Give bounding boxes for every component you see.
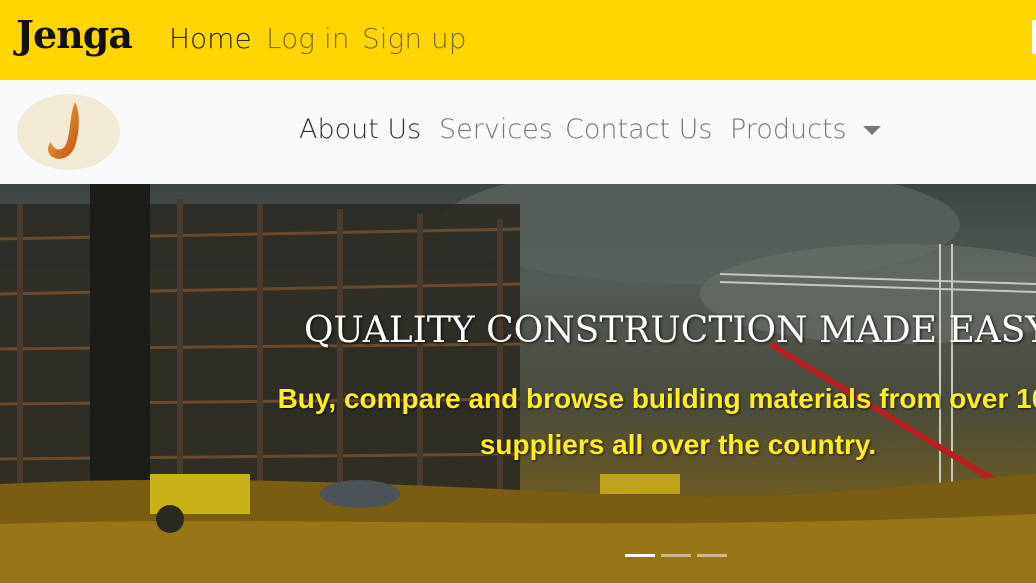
home-link[interactable]: Home bbox=[169, 22, 252, 55]
login-link[interactable]: Log in bbox=[266, 22, 349, 55]
nav-services[interactable]: Services bbox=[439, 114, 553, 145]
top-navbar: Jenga Home Log in Sign up bbox=[0, 0, 1036, 80]
main-navbar: About Us Services Contact Us Products bbox=[0, 80, 1036, 184]
company-logo[interactable] bbox=[17, 94, 120, 170]
hero-subtitle: Buy, compare and browse building materia… bbox=[277, 383, 1036, 460]
nav-products-dropdown[interactable]: Products bbox=[730, 114, 847, 145]
carousel-indicator-3[interactable] bbox=[697, 554, 727, 557]
hero-carousel: QUALITY CONSTRUCTION MADE EASY Buy, comp… bbox=[0, 184, 1036, 583]
nav-about-us[interactable]: About Us bbox=[299, 114, 421, 145]
carousel-indicator-1[interactable] bbox=[625, 554, 655, 557]
nav-contact-us[interactable]: Contact Us bbox=[565, 114, 712, 145]
brand-logo-text[interactable]: Jenga bbox=[16, 12, 133, 57]
navbar-toggler-edge[interactable] bbox=[1032, 20, 1036, 54]
j-logo-icon bbox=[48, 102, 79, 159]
chevron-down-icon[interactable] bbox=[863, 126, 881, 135]
signup-link[interactable]: Sign up bbox=[362, 22, 467, 55]
carousel-indicator-2[interactable] bbox=[661, 554, 691, 557]
hero-title: QUALITY CONSTRUCTION MADE EASY bbox=[304, 310, 1036, 351]
